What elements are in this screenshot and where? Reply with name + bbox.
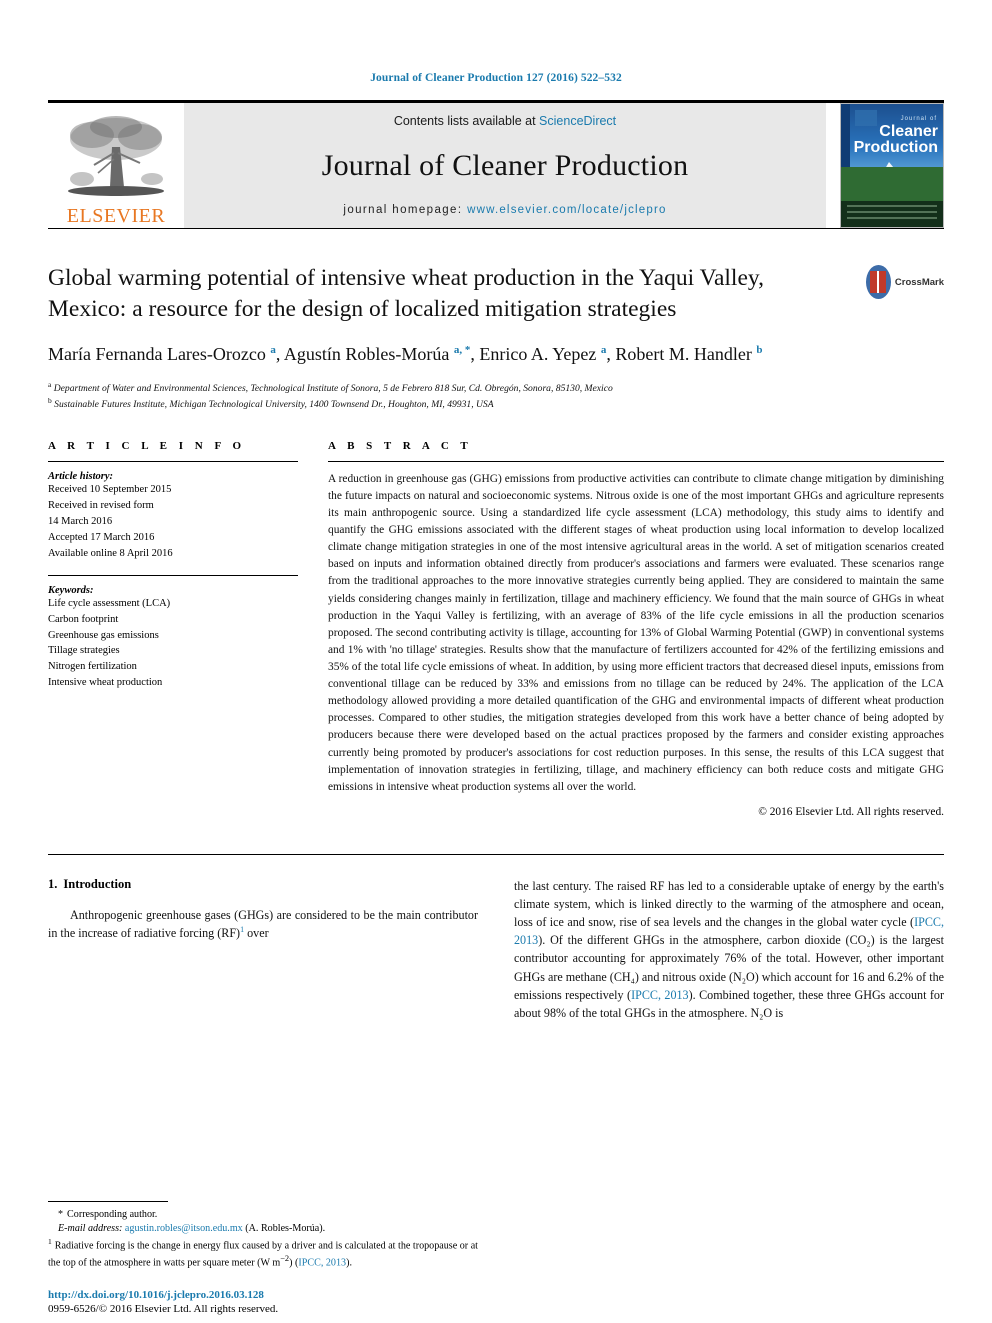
footnote-1: 1 Radiative forcing is the change in ener… [48, 1237, 478, 1271]
elsevier-tree-icon [68, 116, 164, 196]
history-item: Received 10 September 2015 [48, 483, 172, 495]
journal-homepage-link[interactable]: www.elsevier.com/locate/jclepro [467, 204, 667, 216]
elsevier-wordmark: ELSEVIER [66, 205, 166, 227]
corresponding-text: Corresponding author. [67, 1208, 158, 1220]
running-head: Journal of Cleaner Production 127 (2016)… [370, 72, 622, 84]
footer-block: http://dx.doi.org/10.1016/j.jclepro.2016… [48, 1289, 498, 1315]
masthead-center: Contents lists available at ScienceDirec… [184, 103, 826, 228]
affiliation-item: a Department of Water and Environmental … [48, 380, 944, 396]
body-columns: 1. Introduction Anthropogenic greenhouse … [48, 877, 944, 1034]
email-label: E-mail address: [58, 1223, 123, 1235]
intro-text-b: over [244, 926, 269, 941]
history-item: Accepted 17 March 2016 [48, 531, 155, 543]
intro-paragraph-left: Anthropogenic greenhouse gases (GHGs) ar… [48, 906, 478, 942]
email-link[interactable]: agustin.robles@itson.edu.mx [125, 1223, 243, 1234]
citation-ipcc-2[interactable]: IPCC, 2013 [631, 988, 689, 1002]
footnote-text-b: ) ( [289, 1257, 299, 1269]
contents-available-line: Contents lists available at ScienceDirec… [394, 114, 616, 128]
history-item: 14 March 2016 [48, 515, 113, 527]
journal-masthead: ELSEVIER Contents lists available at Sci… [48, 100, 944, 228]
article-page: Journal of Cleaner Production 127 (2016)… [0, 0, 992, 1323]
history-item: Available online 8 April 2016 [48, 547, 173, 559]
doi-link[interactable]: http://dx.doi.org/10.1016/j.jclepro.2016… [48, 1289, 498, 1301]
keywords-rule [48, 574, 298, 576]
footnote-block: * Corresponding author. E-mail address: a… [48, 1200, 478, 1271]
elsevier-logo: ELSEVIER [48, 103, 184, 228]
intro-paragraph-right: the last century. The raised RF has led … [514, 877, 944, 1022]
abstract-copyright: © 2016 Elsevier Ltd. All rights reserved… [758, 805, 944, 818]
affiliation-marker: a [48, 379, 52, 389]
cover-footer-band [841, 201, 943, 227]
page-title: Global warming potential of intensive wh… [48, 265, 764, 322]
footnote-number: 1 [48, 1236, 52, 1246]
article-history-label: Article history: [48, 470, 114, 482]
keywords-label: Keywords: [48, 584, 94, 596]
footnote-text-a: Radiative forcing is the change in energ… [48, 1239, 478, 1269]
footnote-corresponding-author: * Corresponding author. [48, 1208, 478, 1222]
article-info-heading: A R T I C L E I N F O [48, 439, 246, 452]
keyword-item: Life cycle assessment (LCA) [48, 597, 171, 609]
footnote-text-c: ). [346, 1257, 352, 1269]
article-history-list: Received 10 September 2015 Received in r… [48, 482, 298, 562]
cover-forest-graphic [841, 167, 943, 201]
section-number: 1. [48, 876, 58, 891]
abstract-heading: A B S T R A C T [328, 439, 473, 452]
info-abstract-row: A R T I C L E I N F O Article history: R… [48, 440, 944, 818]
keyword-item: Nitrogen fertilization [48, 661, 137, 673]
email-suffix: (A. Robles-Morúa). [242, 1223, 326, 1235]
corresponding-marker: * [58, 1208, 64, 1220]
citation-ipcc-footnote[interactable]: IPCC, 2013 [298, 1258, 346, 1269]
journal-title: Journal of Cleaner Production [321, 149, 689, 182]
affiliation-item: b Sustainable Futures Institute, Michiga… [48, 396, 944, 412]
article-info-column: A R T I C L E I N F O Article history: R… [48, 440, 298, 818]
cover-elsevier-mark [855, 110, 877, 126]
abstract-column: A B S T R A C T A reduction in greenhous… [328, 440, 944, 818]
keywords-list: Life cycle assessment (LCA) Carbon footp… [48, 596, 298, 692]
title-block: CrossMark Global warming potential of in… [48, 263, 944, 412]
footnote-rule [48, 1200, 168, 1202]
keyword-item: Carbon footprint [48, 613, 119, 625]
sciencedirect-link[interactable]: ScienceDirect [539, 114, 616, 128]
section-title: Introduction [63, 876, 132, 891]
intro-right-1: the last century. The raised RF has led … [514, 878, 944, 930]
footnote-exponent: −2 [280, 1254, 290, 1264]
cover-title-line2: Production [853, 139, 938, 156]
author-list: María Fernanda Lares-Orozco a, Agustín R… [48, 344, 763, 365]
keyword-item: Intensive wheat production [48, 677, 163, 689]
journal-cover-thumbnail: Journal of Cleaner Production [840, 103, 944, 228]
affiliation-text: Sustainable Futures Institute, Michigan … [54, 398, 494, 410]
abstract-rule [328, 460, 944, 462]
cover-title-line1: Cleaner [879, 123, 938, 140]
affiliation-marker: b [48, 395, 52, 405]
body-column-right: the last century. The raised RF has led … [514, 877, 944, 1034]
contents-prefix: Contents lists available at [393, 114, 540, 128]
crossmark-icon [866, 265, 891, 299]
abstract-bottom-rule [48, 853, 944, 855]
homepage-prefix: journal homepage: [343, 204, 468, 216]
masthead-bottom-rule [48, 228, 944, 229]
abstract-text: A reduction in greenhouse gas (GHG) emis… [328, 472, 944, 793]
affiliations: a Department of Water and Environmental … [48, 380, 944, 412]
journal-homepage-line: journal homepage: www.elsevier.com/locat… [343, 204, 666, 216]
footnote-email: E-mail address: agustin.robles@itson.edu… [48, 1222, 478, 1236]
keyword-item: Greenhouse gas emissions [48, 629, 159, 641]
article-info-rule [48, 460, 298, 462]
affiliation-text: Department of Water and Environmental Sc… [53, 382, 613, 394]
section-heading-introduction: 1. Introduction [48, 877, 478, 892]
crossmark-badge[interactable]: CrossMark [866, 265, 944, 299]
body-column-left: 1. Introduction Anthropogenic greenhouse … [48, 877, 478, 1034]
issn-copyright: 0959-6526/© 2016 Elsevier Ltd. All right… [48, 1303, 279, 1315]
keyword-item: Tillage strategies [48, 645, 120, 657]
history-item: Received in revised form [48, 499, 154, 511]
crossmark-label: CrossMark [894, 276, 944, 288]
cover-journal-of-label: Journal of [900, 116, 937, 122]
